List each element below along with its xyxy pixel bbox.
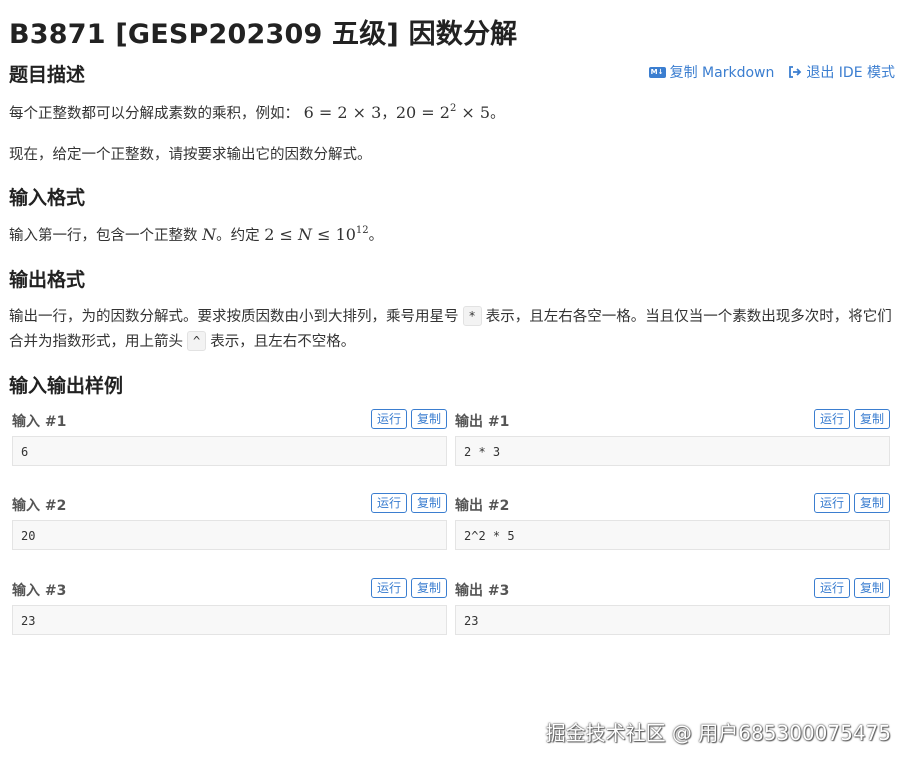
description-text: 每个正整数都可以分解成素数的乘积，例如：: [9, 106, 299, 122]
range-b: ≤ 10: [311, 225, 356, 244]
sample-input-label: 输入 #2: [12, 498, 67, 514]
output-format-heading: 输出格式: [9, 269, 86, 291]
sample-input-box: 23: [12, 605, 447, 635]
copy-markdown-button[interactable]: M↓ 复制 Markdown: [648, 62, 775, 82]
math-tail: × 5: [456, 103, 491, 122]
run-button[interactable]: 运行: [370, 578, 407, 598]
range-expression: 2 ≤ N ≤ 1012: [264, 225, 368, 244]
sample-output-label: 输出 #3: [455, 583, 510, 599]
top-actions: M↓ 复制 Markdown 退出 IDE 模式: [648, 62, 895, 82]
copy-button[interactable]: 复制: [853, 409, 890, 429]
markdown-icon: M↓: [648, 66, 666, 78]
sample-output-box: 2^2 * 5: [455, 520, 890, 550]
run-button[interactable]: 运行: [813, 409, 850, 429]
copy-button[interactable]: 复制: [410, 578, 447, 598]
watermark: 掘金技术社区 @ 用户685300075475: [545, 721, 891, 745]
output-text-a: 输出一行，为的因数分解式。要求按质因数由小到大排列，乘号用星号: [9, 309, 459, 325]
exit-ide-button[interactable]: 退出 IDE 模式: [788, 62, 895, 82]
var-n: N: [202, 225, 217, 244]
sign-out-icon: [788, 65, 802, 79]
run-button[interactable]: 运行: [370, 493, 407, 513]
sample-output-box: 23: [455, 605, 890, 635]
input-format-heading: 输入格式: [9, 187, 86, 209]
run-button[interactable]: 运行: [813, 493, 850, 513]
run-button[interactable]: 运行: [370, 409, 407, 429]
input-text-a: 输入第一行，包含一个正整数: [9, 228, 203, 244]
sample-input-1: 输入 #1 运行 复制 6: [12, 404, 447, 466]
copy-button[interactable]: 复制: [853, 493, 890, 513]
problem-title: B3871 [GESP202309 五级] 因数分解: [9, 19, 518, 50]
sample-input-label: 输入 #1: [12, 414, 67, 430]
caret-code: ^: [187, 331, 207, 351]
description-heading: 题目描述: [9, 64, 86, 86]
math-expression-1: 6 = 2 × 3: [303, 103, 382, 122]
sample-input-3: 输入 #3 运行 复制 23: [12, 573, 447, 635]
sample-row: 输入 #1 运行 复制 6 输出 #1 运行 复制 2 * 3: [12, 404, 892, 468]
sample-output-label: 输出 #2: [455, 498, 510, 514]
input-format-paragraph: 输入第一行，包含一个正整数 N。约定 2 ≤ N ≤ 1012。: [9, 222, 894, 249]
sample-input-2: 输入 #2 运行 复制 20: [12, 488, 447, 550]
exit-ide-label: 退出 IDE 模式: [806, 65, 895, 81]
sample-output-1: 输出 #1 运行 复制 2 * 3: [455, 404, 890, 466]
sample-output-box: 2 * 3: [455, 436, 890, 466]
sample-output-2: 输出 #2 运行 复制 2^2 * 5: [455, 488, 890, 550]
description-paragraph-1: 每个正整数都可以分解成素数的乘积，例如： 6 = 2 × 3，20 = 22 ×…: [9, 100, 894, 127]
run-button[interactable]: 运行: [813, 578, 850, 598]
range-a: 2 ≤: [264, 225, 298, 244]
sample-output-label: 输出 #1: [455, 414, 510, 430]
math-expression-2: 20 = 22 × 5: [396, 103, 490, 122]
copy-button[interactable]: 复制: [853, 578, 890, 598]
star-code: *: [462, 306, 482, 326]
range-exponent: 12: [355, 225, 369, 236]
copy-markdown-label: 复制 Markdown: [669, 65, 775, 81]
sample-output-3: 输出 #3 运行 复制 23: [455, 573, 890, 635]
var-n-2: N: [297, 225, 312, 244]
sample-row: 输入 #2 运行 复制 20 输出 #2 运行 复制 2^2 * 5: [12, 488, 892, 552]
input-text-c: 。: [368, 228, 384, 244]
sample-input-box: 6: [12, 436, 447, 466]
samples-heading: 输入输出样例: [9, 375, 124, 397]
math-base: 20 = 2: [395, 103, 450, 122]
copy-button[interactable]: 复制: [410, 409, 447, 429]
period: 。: [490, 106, 505, 122]
description-paragraph-2: 现在，给定一个正整数，请按要求输出它的因数分解式。: [9, 147, 372, 163]
output-text-c: 表示，且左右不空格。: [210, 334, 356, 350]
sample-input-label: 输入 #3: [12, 583, 67, 599]
output-format-paragraph: 输出一行，为的因数分解式。要求按质因数由小到大排列，乘号用星号 * 表示，且左右各空…: [9, 305, 894, 355]
copy-button[interactable]: 复制: [410, 493, 447, 513]
sample-input-box: 20: [12, 520, 447, 550]
separator: ，: [381, 106, 396, 122]
sample-row: 输入 #3 运行 复制 23 输出 #3 运行 复制 23: [12, 573, 892, 637]
input-text-b: 。约定: [216, 228, 265, 244]
